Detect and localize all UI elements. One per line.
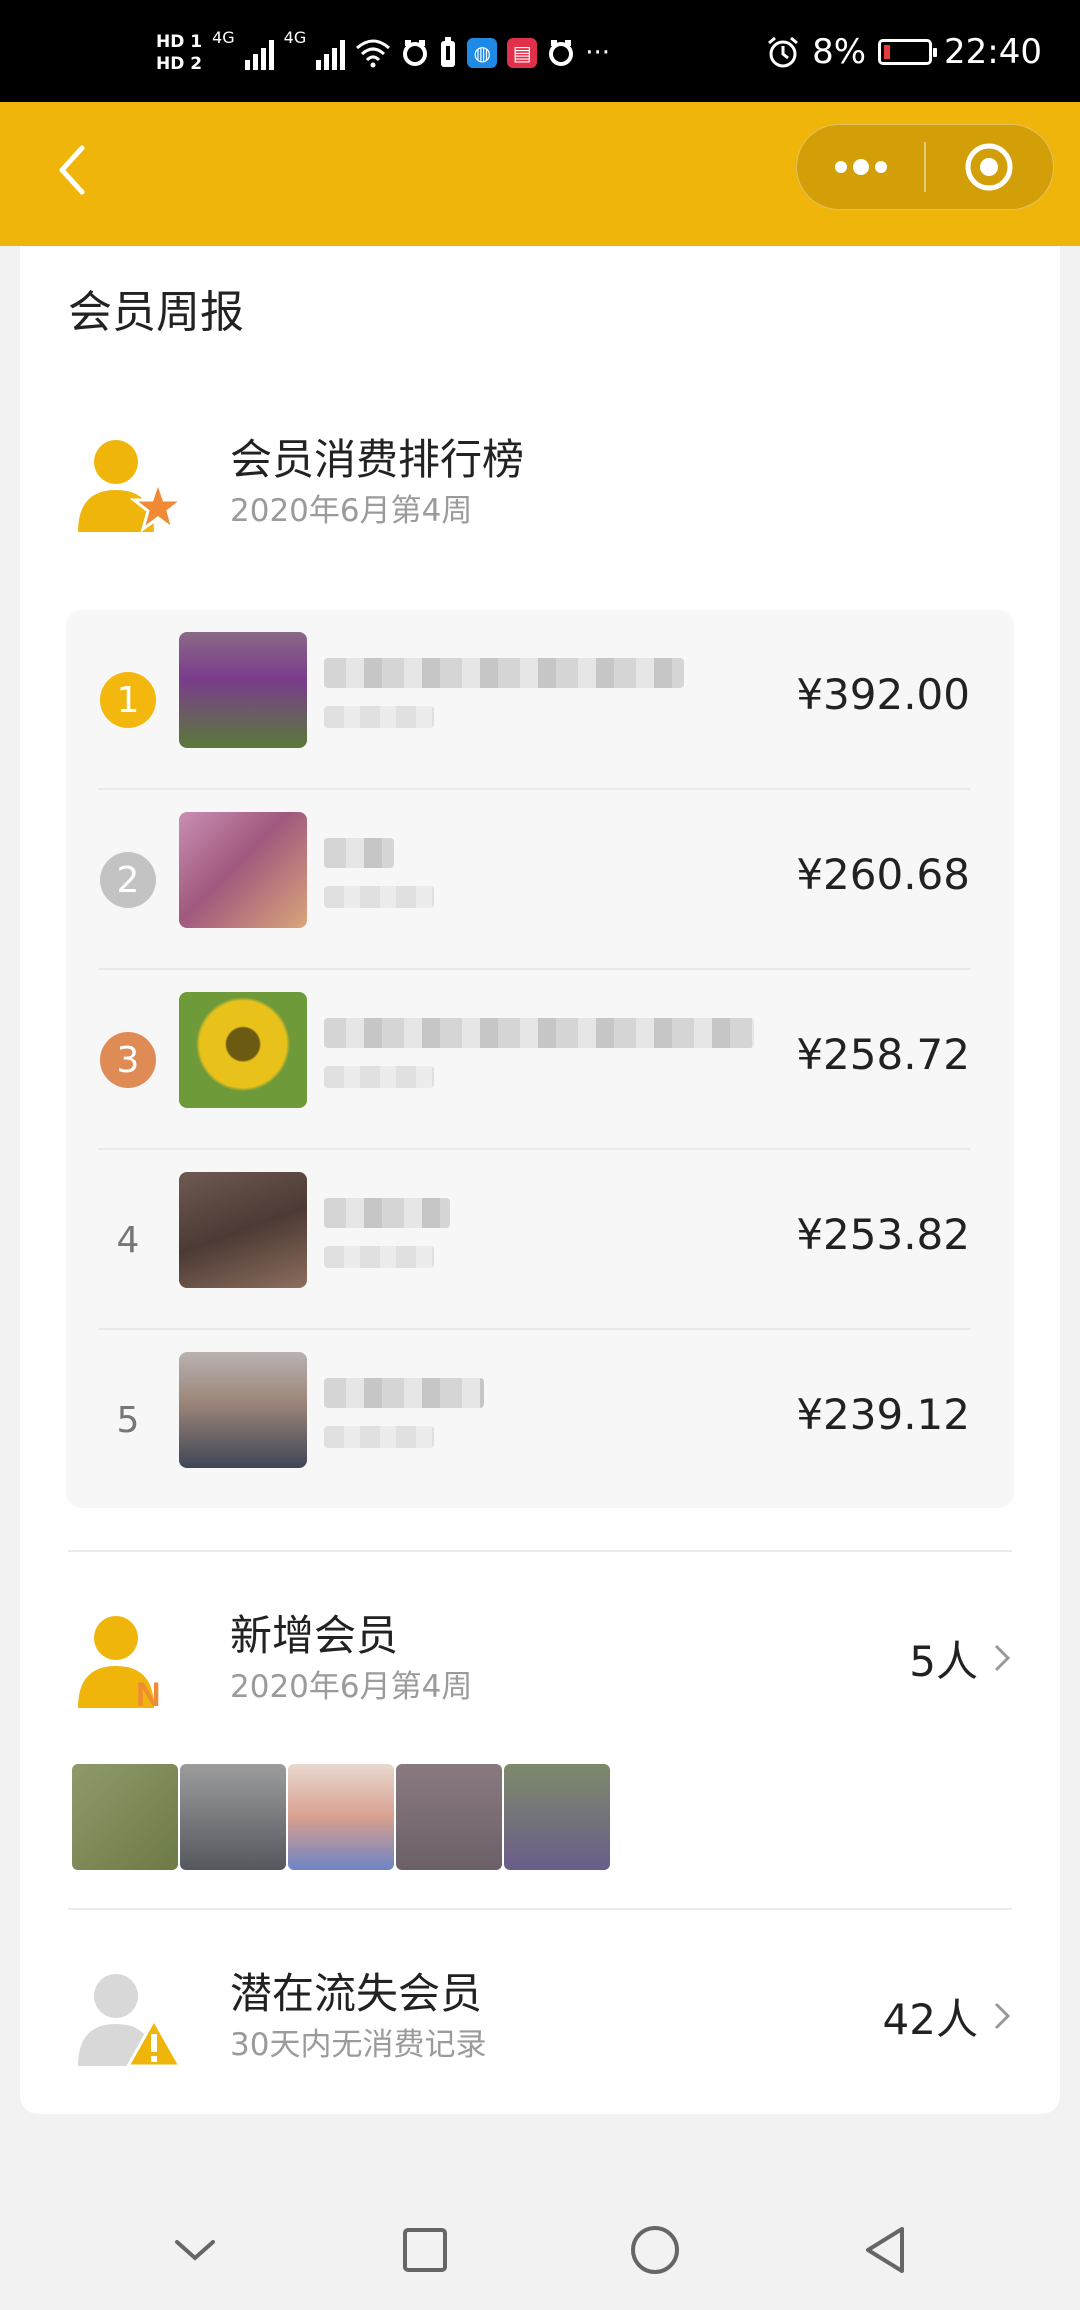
blurred-subtext [324,706,434,728]
more-menu-button[interactable] [797,125,924,209]
battery-app-icon [441,37,456,67]
back-nav-button[interactable] [835,2200,935,2300]
blurred-subtext [324,1426,434,1448]
avatar [179,1352,307,1468]
ranking-row[interactable]: 1 ¥392.00 [66,610,1014,790]
ranking-list: 1 ¥392.00 2 ¥260.68 3 ¥258.72 4 ¥253.82 … [66,610,1014,1508]
ranking-subtitle: 2020年6月第4周 [230,493,473,529]
more-dots-icon [834,159,887,175]
new-members-subtitle: 2020年6月第4周 [230,1669,473,1705]
alarm-clock-icon [768,36,799,68]
ranking-header: 会员消费排行榜 2020年6月第4周 [68,422,1012,542]
browser-app-icon: ◍ [467,38,498,68]
avatar [504,1764,610,1870]
chevron-down-icon [175,2240,215,2261]
net1-label: 4G [212,28,235,47]
section-divider [68,1550,1012,1552]
blurred-name [324,658,684,688]
avatar [396,1764,502,1870]
rank-amount: ¥260.68 [796,850,970,899]
new-members-count-wrap: 5人 [909,1628,1012,1689]
churn-members-subtitle: 30天内无消费记录 [230,2027,487,2063]
hd2-label: HD 2 [156,54,203,74]
hd-indicator: HD 1 HD 2 [156,31,202,75]
new-members-title: 新增会员 [230,1611,399,1660]
rank-amount: ¥239.12 [796,1390,970,1439]
status-left: HD 1 HD 2 4G 4G ◍ ▤ ··· [156,28,610,78]
battery-icon [878,39,938,65]
rank-amount: ¥253.82 [796,1210,970,1259]
churn-members-count-wrap: 42人 [883,1986,1012,2047]
close-miniprogram-button[interactable] [926,125,1053,209]
chevron-right-icon [994,1644,1011,1672]
hide-keyboard-button[interactable] [145,2200,245,2300]
avatar [179,1172,307,1288]
status-bar: HD 1 HD 2 4G 4G ◍ ▤ ··· 8% 22:40 [0,0,1080,102]
report-card: 会员周报 会员消费排行榜 2020年6月第4周 1 ¥392.00 2 ¥260… [20,246,1060,2114]
ranking-row[interactable]: 4 ¥253.82 [66,1150,1014,1330]
ranking-row[interactable]: 3 ¥258.72 [66,970,1014,1150]
ranking-title: 会员消费排行榜 [230,435,525,484]
recents-button[interactable] [375,2200,475,2300]
chevron-right-icon [994,2002,1011,2030]
signal-icon [244,36,274,70]
blurred-subtext [324,1246,434,1268]
blurred-name [324,1378,484,1408]
rank-badge: 2 [100,852,156,908]
chevron-left-icon [59,145,85,195]
churn-members-row[interactable]: 潜在流失会员 30天内无消费记录 42人 [68,1956,1012,2076]
triangle-back-icon [866,2227,904,2273]
member-new-icon: N [68,1598,188,1718]
blurred-name [324,1198,450,1228]
target-circle-icon [965,143,1013,191]
hd1-label: HD 1 [156,32,203,52]
signal-icon-2 [316,36,346,70]
battery-percent: 8% [812,32,867,72]
rank-badge: 1 [100,672,156,728]
alarm-app-icon [403,40,428,66]
miniprogram-capsule [796,124,1054,210]
churn-members-title: 潜在流失会员 [230,1969,483,2018]
system-nav-bar [0,2190,1080,2310]
churn-members-count: 42人 [882,1994,978,2044]
rank-amount: ¥392.00 [796,670,970,719]
ranking-row[interactable]: 2 ¥260.68 [66,790,1014,970]
blurred-name [324,838,394,868]
new-members-count: 5人 [909,1636,978,1686]
member-warning-icon [68,1956,188,2076]
blurred-name [324,1018,754,1048]
member-star-icon [68,422,188,542]
avatar [179,992,307,1108]
svg-text:N: N [136,1676,161,1714]
rank-number: 5 [116,1399,140,1441]
ranking-row[interactable]: 5 ¥239.12 [66,1330,1014,1510]
circle-home-icon [631,2226,679,2274]
net2-label: 4G [283,28,307,47]
home-button[interactable] [605,2200,705,2300]
square-icon [403,2228,447,2272]
rank-badge: 3 [100,1032,156,1088]
clock-time: 22:40 [944,32,1042,72]
nav-bar [0,102,1080,246]
blurred-subtext [324,886,434,908]
new-members-row[interactable]: N 新增会员 2020年6月第4周 5人 [68,1598,1012,1718]
avatar [288,1764,394,1870]
blurred-subtext [324,1066,434,1088]
avatar [72,1764,178,1870]
alarm-app-icon-2 [549,40,574,66]
avatar [180,1764,286,1870]
new-member-avatars [72,1764,610,1870]
wifi-icon [356,39,391,68]
rank-amount: ¥258.72 [796,1030,970,1079]
avatar [179,632,307,748]
page-title: 会员周报 [68,287,244,338]
section-divider [68,1908,1012,1910]
avatar [179,812,307,928]
back-button[interactable] [40,138,104,202]
reader-app-icon: ▤ [507,38,538,68]
rank-number: 4 [116,1219,140,1261]
more-notifications: ··· [585,38,611,68]
status-right: 8% 22:40 [766,30,1042,74]
